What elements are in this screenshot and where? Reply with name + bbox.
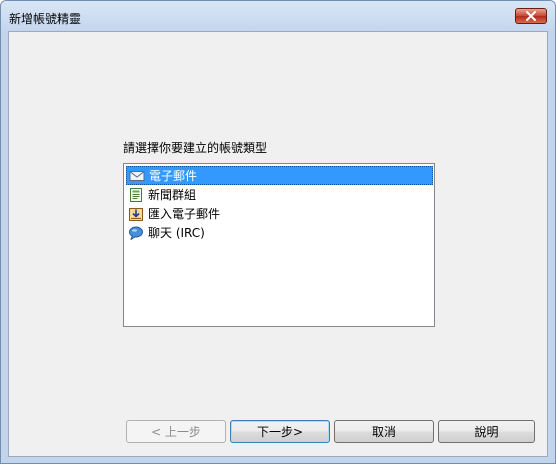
account-type-label: 新聞群組 [148,188,197,202]
account-type-email[interactable]: 電子郵件 [126,166,433,185]
wizard-body: 請選擇你要建立的帳號類型 電子郵件 新聞群組 匯入電子郵件 聊天 (IRC) <… [8,31,548,457]
account-type-newsgroup[interactable]: 新聞群組 [126,185,433,204]
title-bar[interactable]: 新增帳號精靈 [1,1,555,31]
chat-bubble-icon [129,226,143,240]
help-button[interactable]: 說明 [438,420,535,443]
account-type-label: 匯入電子郵件 [148,207,221,221]
close-button[interactable] [515,8,547,24]
account-type-import-email[interactable]: 匯入電子郵件 [126,204,433,223]
newsgroup-icon [130,187,142,202]
account-type-label: 電子郵件 [149,169,198,183]
back-button[interactable]: < 上一步 [126,420,226,443]
account-type-label: 聊天 (IRC) [148,226,205,240]
account-type-prompt: 請選擇你要建立的帳號類型 [123,141,268,155]
import-mail-icon [129,207,143,221]
envelope-icon [129,170,145,181]
account-type-chat-irc[interactable]: 聊天 (IRC) [126,223,433,242]
next-button[interactable]: 下一步> [230,420,330,443]
close-icon [526,11,536,21]
wizard-window: 新增帳號精靈 請選擇你要建立的帳號類型 電子郵件 新聞群組 匯入電子郵件 聊天 … [0,0,556,464]
cancel-button[interactable]: 取消 [334,420,434,443]
account-type-list[interactable]: 電子郵件 新聞群組 匯入電子郵件 聊天 (IRC) [123,163,435,327]
window-title: 新增帳號精靈 [9,12,82,26]
